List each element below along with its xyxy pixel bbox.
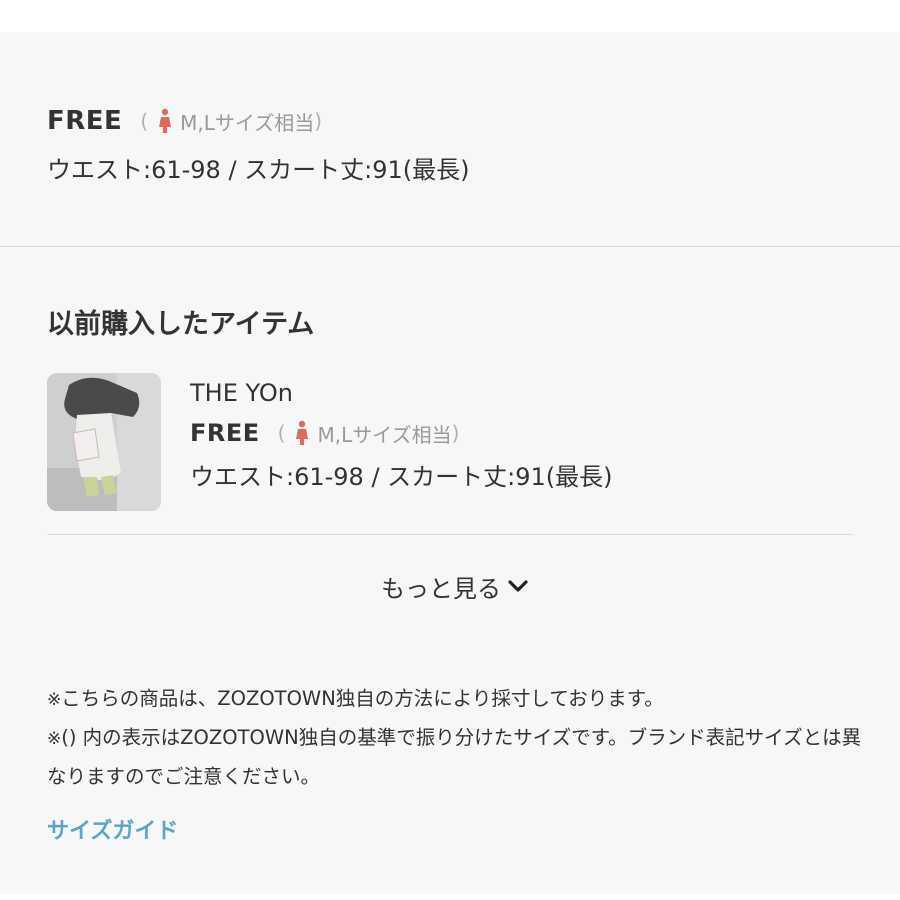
size-notes: ※こちらの商品は、ZOZOTOWN独自の方法により採寸しております。 ※() 内… bbox=[47, 680, 867, 795]
item-size-line: FREE ( M,Lサイズ相当 ) bbox=[190, 411, 613, 455]
close-paren: ) bbox=[451, 421, 460, 445]
item-brand: THE YOn bbox=[190, 379, 293, 407]
section-divider bbox=[0, 246, 900, 247]
note-1-text: こちらの商品は、ZOZOTOWN独自の方法により採寸しております。 bbox=[61, 687, 664, 710]
note-mark: ※ bbox=[47, 729, 62, 749]
size-guide-link[interactable]: サイズガイド bbox=[47, 813, 178, 845]
bottom-strip bbox=[0, 894, 900, 900]
item-measurements: ウエスト:61-98 / スカート丈:91(最長) bbox=[190, 463, 613, 491]
size-equivalent-text: M,Lサイズ相当 bbox=[180, 110, 315, 135]
person-icon bbox=[159, 108, 172, 133]
show-more-button[interactable]: もっと見る bbox=[360, 562, 550, 610]
size-line: FREE ( M,Lサイズ相当 ) bbox=[47, 102, 867, 140]
selected-size-block: FREE ( M,Lサイズ相当 ) ウエスト:61-98 / スカート丈:91(… bbox=[47, 102, 867, 190]
previous-purchases-title: 以前購入したアイテム bbox=[47, 309, 315, 340]
list-divider bbox=[47, 534, 853, 535]
item-photo bbox=[47, 373, 161, 511]
person-icon bbox=[296, 420, 309, 445]
item-thumbnail bbox=[47, 373, 161, 511]
chevron-down-icon bbox=[508, 580, 528, 592]
size-name: FREE bbox=[47, 106, 123, 136]
purchased-item[interactable]: THE YOn FREE ( M,Lサイズ相当 ) ウエスト:61-98 / ス… bbox=[47, 373, 853, 513]
open-paren: ( bbox=[140, 109, 149, 133]
item-size-equivalent: ( M,Lサイズ相当 ) bbox=[277, 419, 460, 448]
top-strip bbox=[0, 0, 900, 32]
note-1: ※こちらの商品は、ZOZOTOWN独自の方法により採寸しております。 bbox=[47, 680, 867, 719]
size-measurements: ウエスト:61-98 / スカート丈:91(最長) bbox=[47, 156, 470, 184]
open-paren: ( bbox=[277, 421, 286, 445]
item-info: THE YOn FREE ( M,Lサイズ相当 ) ウエスト:61-98 / ス… bbox=[190, 375, 613, 497]
note-2: ※() 内の表示はZOZOTOWN独自の基準で振り分けたサイズです。ブランド表記… bbox=[47, 719, 867, 795]
close-paren: ) bbox=[314, 109, 323, 133]
item-size-equivalent-text: M,Lサイズ相当 bbox=[317, 422, 452, 447]
note-mark: ※ bbox=[47, 690, 62, 710]
show-more-label: もっと見る bbox=[381, 574, 501, 603]
size-equivalent: ( M,Lサイズ相当 ) bbox=[140, 107, 322, 136]
item-size-name: FREE bbox=[190, 419, 260, 447]
note-2-text: () 内の表示はZOZOTOWN独自の基準で振り分けたサイズです。ブランド表記サ… bbox=[47, 726, 862, 788]
